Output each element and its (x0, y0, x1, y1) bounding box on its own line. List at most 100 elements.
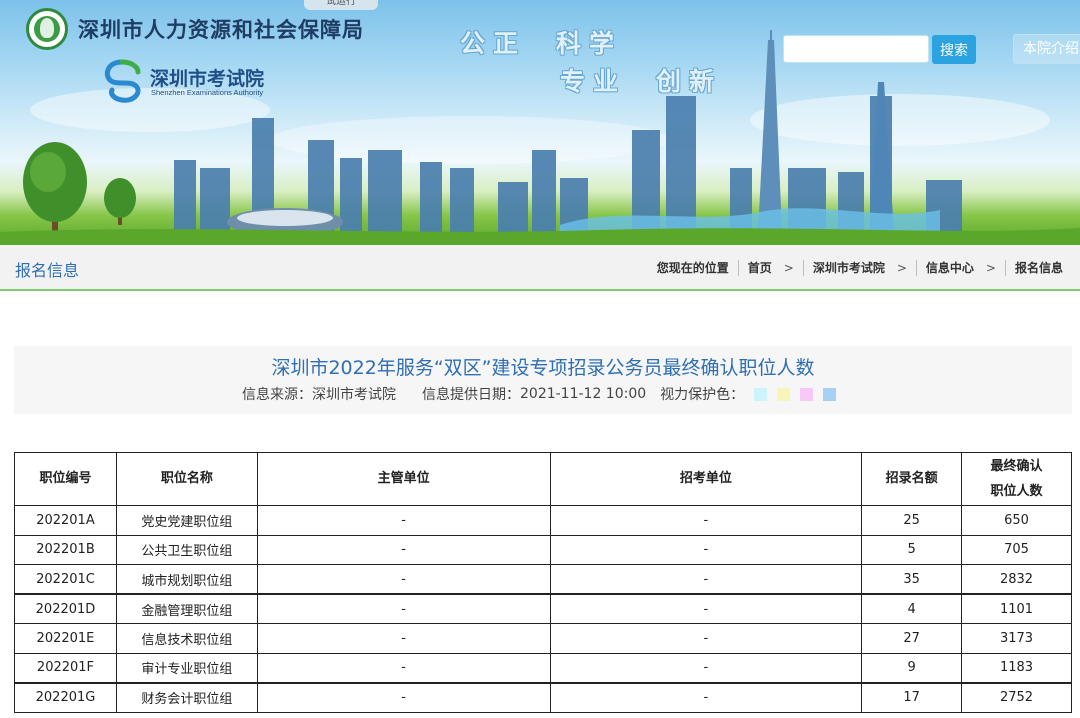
table-row: 202201A 党史党建职位组 - -25 650 (14, 505, 1072, 536)
col-header-position-code: 职位编号 (14, 452, 117, 506)
org-name[interactable]: 深圳市人力资源和社会保障局 (78, 14, 364, 44)
location-label: 您现在的位置 (656, 261, 729, 275)
cell-supervising-unit: - (256, 534, 551, 565)
hrss-logo-icon (26, 8, 68, 50)
col-header-quota: 招录名额 (861, 452, 963, 506)
col-header-position-name: 职位名称 (115, 452, 258, 506)
exam-authority-logo-icon (104, 59, 141, 103)
table-row: 202201F 审计专业职位组 - -9 1183 (14, 652, 1072, 683)
cell-position-code: 202201E (14, 623, 117, 654)
cell-recruiting-unit: - (549, 623, 863, 654)
cell-recruiting-unit: - (549, 564, 863, 595)
cell-position-name: 党史党建职位组 (115, 505, 258, 536)
cell-recruiting-unit: - (549, 681, 863, 713)
table-row: 202201C 城市规划职位组 - -35 2832 (14, 564, 1072, 595)
breadcrumb-divider (802, 259, 804, 276)
cell-quota: 27 (861, 623, 963, 654)
col-header-final-count-line2: 职位人数 (990, 484, 1043, 499)
eye-color-swatch-cyan[interactable] (754, 387, 768, 401)
table-header-row: 职位编号 职位名称 主管单位 招考单位 招录名额 最终确认职位人数 (14, 452, 1072, 506)
cell-quota: 9 (861, 652, 963, 683)
col-header-final-count-line1: 最终确认 (990, 459, 1043, 474)
motto-innovation: 创新 (656, 67, 723, 96)
cell-quota: 25 (861, 505, 963, 536)
exam-authority-name[interactable]: 深圳市考试院 (150, 64, 264, 91)
motto-professional: 专业 (560, 67, 627, 96)
col-header-recruiting-unit: 招考单位 (549, 452, 863, 506)
cell-quota: 35 (861, 564, 963, 595)
cell-final-count: 705 (961, 534, 1072, 565)
cell-recruiting-unit: - (549, 593, 863, 624)
cell-final-count: 2832 (961, 564, 1072, 595)
cell-position-code: 202201B (14, 534, 117, 565)
date-value: 2021-11-12 10:00 (520, 386, 647, 402)
cell-supervising-unit: - (256, 623, 551, 654)
breadcrumb: 您现在的位置 首页 > 深圳市考试院 > 信息中心 > 报名信息 (657, 259, 1063, 276)
cell-supervising-unit: - (256, 681, 551, 713)
cell-position-name: 审计专业职位组 (115, 652, 258, 683)
source-value: 深圳市考试院 (312, 387, 396, 403)
cell-final-count: 650 (961, 505, 1072, 536)
article-title: 深圳市2022年服务“双区”建设专项招录公务员最终确认职位人数 (271, 357, 815, 379)
col-header-final-count: 最终确认 职位人数 (961, 452, 1072, 506)
trial-run-tab[interactable]: 试运行 (304, 0, 378, 10)
cell-position-code: 202201C (14, 564, 117, 595)
about-button[interactable]: 本院介绍 (1013, 34, 1080, 64)
header-banner: 试运行 深圳市人力资源和社会保障局 深圳市考试院 Shenzhen Examin… (0, 0, 1080, 245)
breadcrumb-registration-info[interactable]: 报名信息 (1015, 259, 1063, 276)
breadcrumb-arrow-icon: > (896, 260, 907, 275)
cell-position-name: 公共卫生职位组 (115, 534, 258, 565)
section-title: 报名信息 (15, 261, 80, 280)
cell-supervising-unit: - (256, 593, 551, 624)
breadcrumb-bar: 报名信息 您现在的位置 首页 > 深圳市考试院 > 信息中心 > 报名信息 (0, 245, 1080, 291)
cell-supervising-unit: - (256, 505, 551, 536)
cell-position-code: 202201D (14, 593, 117, 624)
cell-quota: 4 (861, 593, 963, 624)
cell-position-code: 202201A (14, 505, 117, 536)
cell-final-count: 1183 (961, 652, 1072, 683)
motto-science: 科学 (556, 29, 623, 58)
cell-final-count: 3173 (961, 623, 1072, 654)
breadcrumb-arrow-icon: > (985, 260, 996, 275)
breadcrumb-exam-authority[interactable]: 深圳市考试院 (813, 259, 885, 276)
table-body: 202201A 党史党建职位组 - -25 650 202201B 公共卫生职位组 - -5 70… (14, 505, 1072, 713)
breadcrumb-divider (737, 259, 739, 276)
eye-color-swatch-yellow[interactable] (777, 387, 791, 401)
cell-quota: 5 (861, 534, 963, 565)
breadcrumb-arrow-icon: > (783, 260, 794, 275)
breadcrumb-info-center[interactable]: 信息中心 (926, 259, 974, 276)
breadcrumb-divider (1004, 259, 1006, 276)
exam-authority-name-en: Shenzhen Examinations Authority (151, 88, 264, 97)
article-meta: 信息来源： 深圳市考试院 信息提供日期： 2021-11-12 10:00 视力… (242, 384, 837, 404)
breadcrumb-divider (915, 259, 917, 276)
eye-color-swatch-blue[interactable] (823, 387, 837, 401)
search-button[interactable]: 搜索 (932, 35, 976, 64)
cell-supervising-unit: - (256, 652, 551, 683)
breadcrumb-home[interactable]: 首页 (748, 259, 772, 276)
cell-recruiting-unit: - (549, 652, 863, 683)
cell-recruiting-unit: - (549, 534, 863, 565)
date-label: 信息提供日期： (422, 387, 520, 403)
motto-fairness: 公正 (460, 29, 527, 58)
cell-position-name: 信息技术职位组 (115, 623, 258, 654)
table-row: 202201D 金融管理职位组 - -4 1101 (14, 593, 1072, 624)
table-row: 202201E 信息技术职位组 - -27 3173 (14, 623, 1072, 654)
cell-position-name: 金融管理职位组 (115, 593, 258, 624)
eye-color-label: 视力保护色： (660, 387, 745, 403)
cell-final-count: 2752 (961, 681, 1072, 713)
source-label: 信息来源： (242, 387, 312, 403)
article-header: 深圳市2022年服务“双区”建设专项招录公务员最终确认职位人数 信息来源： 深圳… (14, 346, 1072, 414)
position-table: 职位编号 职位名称 主管单位 招考单位 招录名额 最终确认职位人数 202201… (14, 452, 1072, 713)
table-row: 202201G 财务会计职位组 - -17 2752 (14, 681, 1072, 713)
cell-position-code: 202201F (14, 652, 117, 683)
col-header-supervising-unit: 主管单位 (256, 452, 551, 506)
table-row: 202201B 公共卫生职位组 - -5 705 (14, 534, 1072, 565)
search-input[interactable] (783, 35, 929, 63)
cell-recruiting-unit: - (549, 505, 863, 536)
cell-supervising-unit: - (256, 564, 551, 595)
cell-position-name: 财务会计职位组 (115, 681, 258, 713)
eye-color-swatch-pink[interactable] (800, 387, 814, 401)
cell-position-code: 202201G (14, 681, 117, 713)
cell-position-name: 城市规划职位组 (115, 564, 258, 595)
cell-final-count: 1101 (961, 593, 1072, 624)
